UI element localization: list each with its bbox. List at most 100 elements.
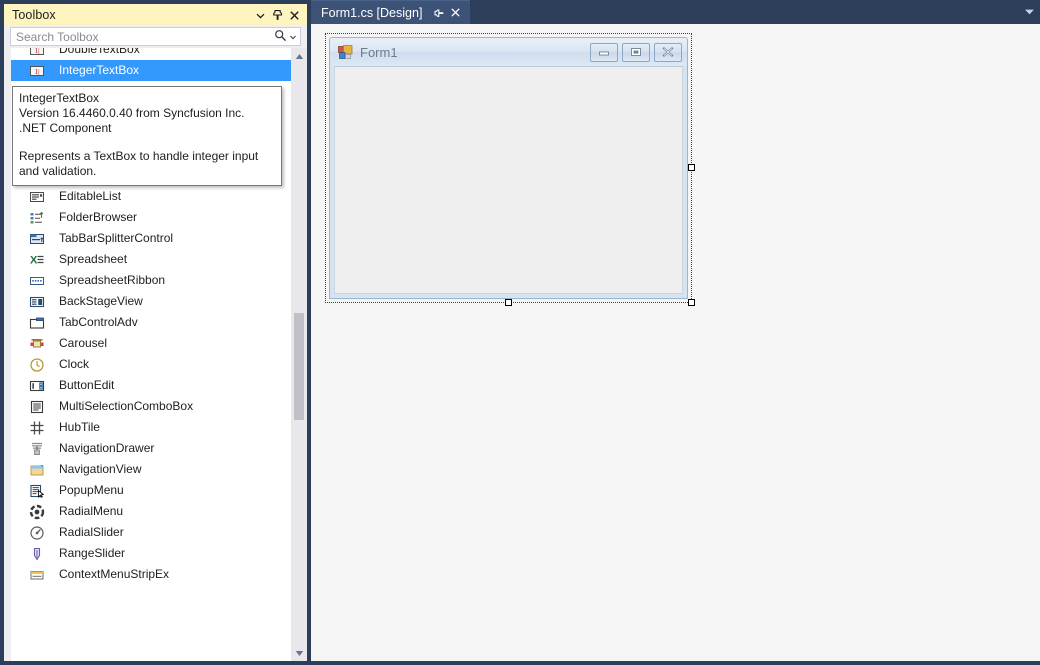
toolbox-item-label: Carousel (59, 336, 108, 350)
context-menu-strip-icon (29, 567, 45, 583)
radial-slider-icon (29, 525, 45, 541)
toolbox-item-label: ButtonEdit (59, 378, 115, 392)
designer-surface[interactable]: Form1 (311, 24, 1040, 661)
toolbox-item-navigationdrawer[interactable]: NavigationDrawer (11, 438, 291, 459)
svg-text:1|: 1| (34, 48, 39, 55)
toolbox-item-contextmenustripex[interactable]: ContextMenuStripEx (11, 564, 291, 585)
form-selection-frame: Form1 (325, 33, 695, 306)
toolbox-scrollbar[interactable] (291, 48, 307, 661)
navigation-drawer-icon (29, 441, 45, 457)
chevron-down-icon[interactable] (252, 7, 269, 24)
pin-icon[interactable] (269, 7, 286, 24)
toolbox-item-label: RadialMenu (59, 504, 124, 518)
toolbox-item-tooltip: IntegerTextBox Version 16.4460.0.40 from… (12, 86, 282, 186)
toolbox-item-label: Clock (59, 357, 90, 371)
toolbox-item-hubtile[interactable]: HubTile (11, 417, 291, 438)
toolbox-item-radialmenu[interactable]: RadialMenu (11, 501, 291, 522)
tab-bar-splitter-icon (29, 231, 45, 247)
search-icon[interactable] (274, 29, 287, 45)
toolbox-item-multiselectioncombobox[interactable]: MultiSelectionComboBox (11, 396, 291, 417)
close-icon[interactable] (447, 5, 463, 21)
search-input[interactable] (16, 28, 274, 45)
backstage-view-icon (29, 294, 45, 310)
toolbox-item-spreadsheetribbon[interactable]: SpreadsheetRibbon (11, 270, 291, 291)
toolbox-item-tabbarsplittercontrol[interactable]: TabBarSplitterControl (11, 228, 291, 249)
spreadsheet-icon: X (29, 252, 45, 268)
form-titlebar: Form1 (330, 38, 687, 66)
toolbox-panel: Toolbox Search Toolbox 1| DoubleTextBox … (4, 4, 307, 661)
toolbox-item-navigationview[interactable]: NavigationView (11, 459, 291, 480)
toolbox-item-radialslider[interactable]: RadialSlider (11, 522, 291, 543)
toolbox-item-label: RangeSlider (59, 546, 126, 560)
toolbox-item-label: MultiSelectionComboBox (59, 399, 194, 413)
form-designer-window[interactable]: Form1 (329, 37, 688, 299)
form-client-area[interactable] (334, 66, 683, 294)
spreadsheet-ribbon-icon (29, 273, 45, 289)
form-designer-icon (337, 44, 353, 60)
toolbox-item-label: BackStageView (59, 294, 143, 308)
svg-text:1|: 1| (34, 67, 39, 76)
tooltip-name: IntegerTextBox (19, 91, 100, 105)
toolbox-item-label: NavigationView (59, 462, 142, 476)
hub-tile-icon (29, 420, 45, 436)
scrollbar-thumb[interactable] (294, 313, 304, 420)
svg-text:X: X (30, 254, 38, 266)
toolbox-item-tabcontroladv[interactable]: TabControlAdv (11, 312, 291, 333)
close-icon[interactable] (286, 7, 303, 24)
chevron-down-icon[interactable] (1018, 0, 1040, 24)
radial-menu-icon (29, 504, 45, 520)
toolbox-item-backstageview[interactable]: BackStageView (11, 291, 291, 312)
selection-handle-bottom-right[interactable] (688, 299, 695, 306)
toolbox-item-label: SpreadsheetRibbon (59, 273, 166, 287)
toolbox-item-label: Spreadsheet (59, 252, 128, 266)
search-icon-group[interactable] (274, 29, 297, 45)
carousel-icon (29, 336, 45, 352)
document-area: Form1.cs [Design] Form1 (311, 0, 1040, 665)
toolbox-search-row (4, 26, 307, 48)
tab-form1-design[interactable]: Form1.cs [Design] (311, 0, 471, 24)
form-minimize-button[interactable] (590, 42, 618, 62)
pin-icon[interactable] (431, 5, 447, 21)
button-edit-icon (29, 378, 45, 394)
form-maximize-button[interactable] (622, 42, 650, 62)
double-textbox-icon: 1| (29, 48, 45, 58)
toolbox-item-label: IntegerTextBox (59, 63, 140, 77)
editable-list-icon (29, 189, 45, 205)
toolbox-item-clock[interactable]: Clock (11, 354, 291, 375)
toolbox-title: Toolbox (12, 8, 56, 22)
range-slider-icon (29, 546, 45, 562)
toolbox-item-integertextbox[interactable]: 1| IntegerTextBox (11, 60, 291, 81)
toolbox-item-doubletextbox[interactable]: 1| DoubleTextBox (11, 48, 291, 60)
toolbox-item-label: ContextMenuStripEx (59, 567, 170, 581)
toolbox-item-buttonedit[interactable]: ButtonEdit (11, 375, 291, 396)
toolbox-item-carousel[interactable]: Carousel (11, 333, 291, 354)
scroll-down-arrow-icon[interactable] (291, 645, 307, 661)
toolbox-item-rangeslider[interactable]: RangeSlider (11, 543, 291, 564)
form-close-button[interactable] (654, 42, 682, 62)
toolbox-titlebar: Toolbox (4, 4, 307, 26)
toolbox-item-label: FolderBrowser (59, 210, 138, 224)
tooltip-description: Represents a TextBox to handle integer i… (19, 149, 259, 178)
toolbox-item-spreadsheet[interactable]: X Spreadsheet (11, 249, 291, 270)
tooltip-version: Version 16.4460.0.40 from Syncfusion Inc… (19, 106, 245, 120)
document-tabstrip: Form1.cs [Design] (311, 0, 1040, 24)
multi-selection-combobox-icon (29, 399, 45, 415)
toolbox-item-label: RadialSlider (59, 525, 124, 539)
tooltip-component-type: .NET Component (19, 121, 112, 135)
selection-handle-bottom-middle[interactable] (505, 299, 512, 306)
popup-menu-icon (29, 483, 45, 499)
toolbox-item-label: DoubleTextBox (59, 48, 140, 56)
toolbox-item-label: NavigationDrawer (59, 441, 155, 455)
chevron-down-small-icon[interactable] (289, 30, 297, 44)
search-box[interactable] (10, 27, 301, 46)
toolbox-item-editablelist[interactable]: EditableList (11, 186, 291, 207)
toolbox-item-popupmenu[interactable]: PopupMenu (11, 480, 291, 501)
tab-label: Form1.cs [Design] (321, 5, 423, 20)
toolbox-item-folderbrowser[interactable]: FolderBrowser (11, 207, 291, 228)
toolbox-item-label: PopupMenu (59, 483, 124, 497)
toolbox-item-label: TabControlAdv (59, 315, 138, 329)
visual-studio-window: Toolbox Search Toolbox 1| DoubleTextBox … (0, 0, 1040, 665)
form-title: Form1 (360, 44, 398, 60)
scroll-up-arrow-icon[interactable] (291, 48, 307, 64)
selection-handle-right-middle[interactable] (688, 164, 695, 171)
